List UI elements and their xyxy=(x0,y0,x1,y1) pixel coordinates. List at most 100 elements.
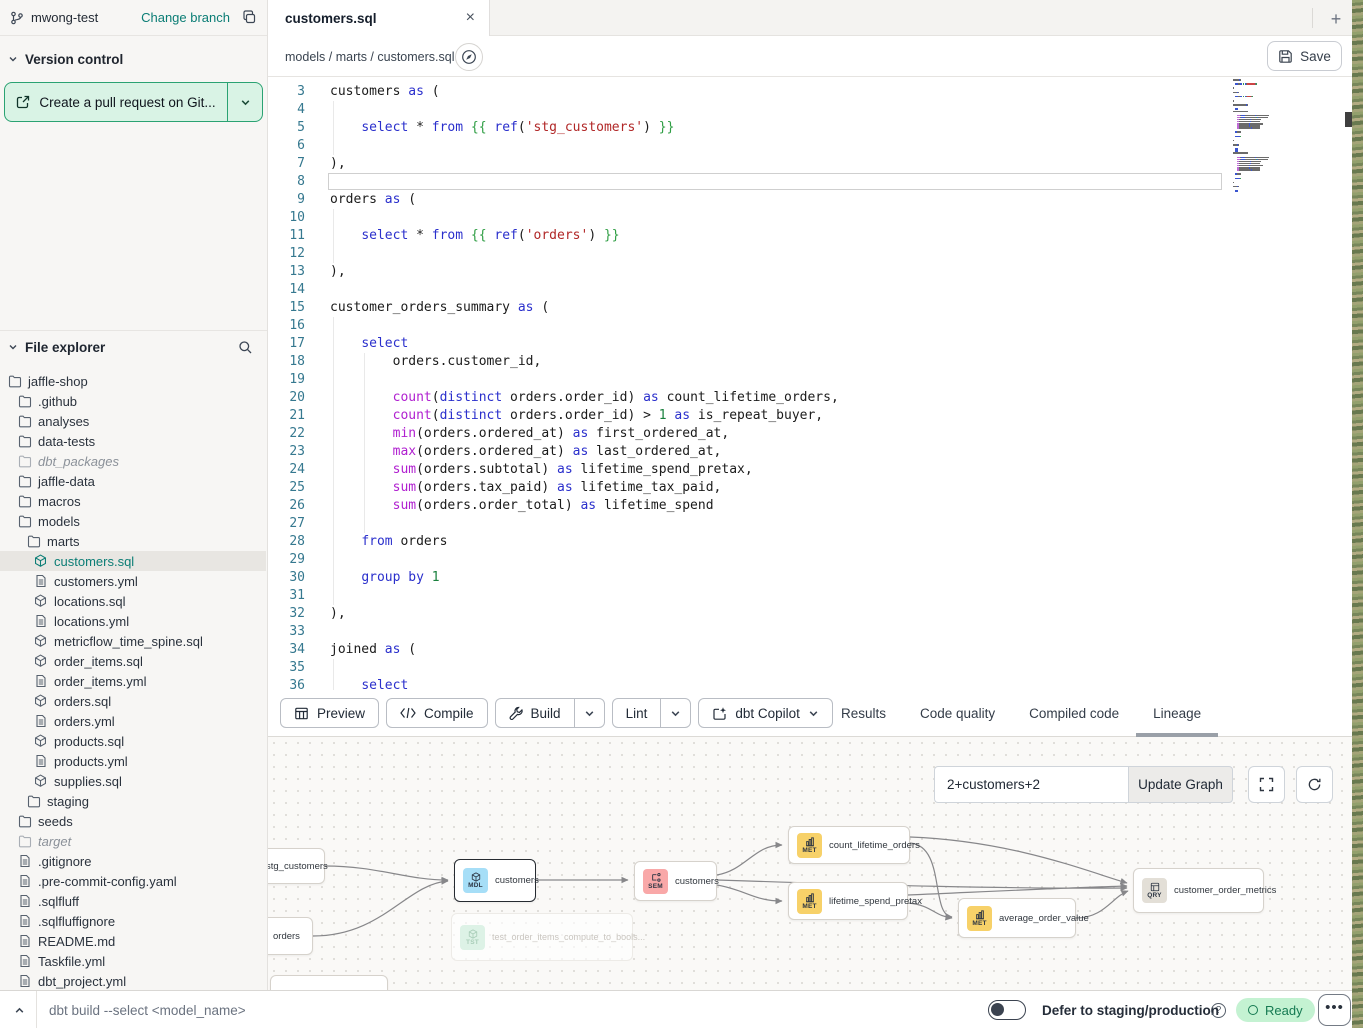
lineage-selector-input[interactable] xyxy=(934,766,1128,803)
tree-item-metricflow-time-spine-sql[interactable]: metricflow_time_spine.sql xyxy=(0,631,266,651)
tree-item-models[interactable]: models xyxy=(0,511,266,531)
help-icon[interactable]: ? xyxy=(1211,1003,1226,1018)
code-line-22[interactable]: 22 min(orders.ordered_at) as first_order… xyxy=(268,425,1352,443)
tree-item-dbt-project-yml[interactable]: dbt_project.yml xyxy=(0,971,266,990)
lineage-node-customer_order_metrics[interactable]: QRYcustomer_order_metrics xyxy=(1133,868,1264,913)
tree-item-products-yml[interactable]: products.yml xyxy=(0,751,266,771)
tree-item--sqlfluffignore[interactable]: .sqlfluffignore xyxy=(0,911,266,931)
search-icon[interactable] xyxy=(238,340,253,355)
tree-item-marts[interactable]: marts xyxy=(0,531,266,551)
build-button[interactable]: Build xyxy=(496,699,575,727)
lineage-node-average_order_value[interactable]: METaverage_order_value xyxy=(958,898,1076,938)
code-line-21[interactable]: 21 count(distinct orders.order_id) > 1 a… xyxy=(268,407,1352,425)
tree-item-supplies-sql[interactable]: supplies.sql xyxy=(0,771,266,791)
code-line-25[interactable]: 25 sum(orders.tax_paid) as lifetime_tax_… xyxy=(268,479,1352,497)
tree-item-products-sql[interactable]: products.sql xyxy=(0,731,266,751)
code-line-11[interactable]: 11 select * from {{ ref('orders') }} xyxy=(268,227,1352,245)
lineage-node-lifetime_spend_pretax[interactable]: METlifetime_spend_pretax xyxy=(788,882,908,920)
save-button[interactable]: Save xyxy=(1267,41,1342,71)
lineage-node-test_order_items[interactable]: TSTtest_order_items_compute_to_bools... xyxy=(451,913,633,961)
command-input[interactable]: dbt build --select <model_name> xyxy=(49,991,246,1028)
code-line-34[interactable]: 34joined as ( xyxy=(268,641,1352,659)
tree-item-macros[interactable]: macros xyxy=(0,491,266,511)
code-line-5[interactable]: 5 select * from {{ ref('stg_customers') … xyxy=(268,119,1352,137)
version-control-header[interactable]: Version control xyxy=(0,44,267,74)
code-line-24[interactable]: 24 sum(orders.subtotal) as lifetime_spen… xyxy=(268,461,1352,479)
code-line-32[interactable]: 32), xyxy=(268,605,1352,623)
update-graph-button[interactable]: Update Graph xyxy=(1128,766,1233,803)
tree-item-orders-sql[interactable]: orders.sql xyxy=(0,691,266,711)
code-line-29[interactable]: 29 xyxy=(268,551,1352,569)
code-line-12[interactable]: 12 xyxy=(268,245,1352,263)
code-line-28[interactable]: 28 from orders xyxy=(268,533,1352,551)
new-tab-button[interactable]: + xyxy=(1324,7,1348,31)
tree-item-orders-yml[interactable]: orders.yml xyxy=(0,711,266,731)
code-line-8[interactable]: 8 xyxy=(268,173,1352,191)
tree-item--gitignore[interactable]: .gitignore xyxy=(0,851,266,871)
lineage-node-stg_customers[interactable]: MDLstg_customers xyxy=(268,848,325,884)
lint-dropdown[interactable] xyxy=(661,699,690,727)
collapse-chevron-icon[interactable] xyxy=(8,991,30,1028)
lineage-node-count_lifetime_orders[interactable]: METcount_lifetime_orders xyxy=(788,826,910,864)
tree-item-locations-yml[interactable]: locations.yml xyxy=(0,611,266,631)
lint-button[interactable]: Lint xyxy=(613,699,662,727)
lineage-node-customers_semantic[interactable]: SEMcustomers xyxy=(634,861,717,901)
tab-lineage[interactable]: Lineage xyxy=(1136,690,1218,736)
code-line-20[interactable]: 20 count(distinct orders.order_id) as co… xyxy=(268,389,1352,407)
tab-code-quality[interactable]: Code quality xyxy=(903,690,1012,736)
code-line-7[interactable]: 7), xyxy=(268,155,1352,173)
code-line-27[interactable]: 27 xyxy=(268,515,1352,533)
create-pr-dropdown[interactable] xyxy=(228,83,262,121)
code-line-19[interactable]: 19 xyxy=(268,371,1352,389)
tree-item-dbt-packages[interactable]: dbt_packages xyxy=(0,451,266,471)
tree-item-seeds[interactable]: seeds xyxy=(0,811,266,831)
tree-item-staging[interactable]: staging xyxy=(0,791,266,811)
code-line-9[interactable]: 9orders as ( xyxy=(268,191,1352,209)
tab-compiled-code[interactable]: Compiled code xyxy=(1012,690,1136,736)
tab-customers-sql[interactable]: customers.sql × xyxy=(268,0,490,36)
minimap[interactable] xyxy=(1233,77,1312,195)
code-line-35[interactable]: 35 xyxy=(268,659,1352,677)
editor-scrollbar[interactable] xyxy=(1345,112,1352,127)
lineage-node-customers_model[interactable]: MDLcustomers xyxy=(454,859,536,902)
fullscreen-icon[interactable] xyxy=(1248,766,1285,803)
compile-button[interactable]: Compile xyxy=(386,698,488,728)
tree-item-customers-sql[interactable]: customers.sql xyxy=(0,551,266,571)
code-line-15[interactable]: 15customer_orders_summary as ( xyxy=(268,299,1352,317)
defer-toggle[interactable] xyxy=(988,1000,1026,1020)
tree-item-locations-sql[interactable]: locations.sql xyxy=(0,591,266,611)
code-line-23[interactable]: 23 max(orders.ordered_at) as last_ordere… xyxy=(268,443,1352,461)
code-line-33[interactable]: 33 xyxy=(268,623,1352,641)
tree-item--sqlfluff[interactable]: .sqlfluff xyxy=(0,891,266,911)
tree-item-data-tests[interactable]: data-tests xyxy=(0,431,266,451)
code-line-30[interactable]: 30 group by 1 xyxy=(268,569,1352,587)
code-line-17[interactable]: 17 select xyxy=(268,335,1352,353)
tab-results[interactable]: Results xyxy=(824,690,903,736)
preview-button[interactable]: Preview xyxy=(280,698,379,728)
close-tab-icon[interactable]: × xyxy=(466,10,475,26)
tree-item--github[interactable]: .github xyxy=(0,391,266,411)
tree-item--pre-commit-config-yaml[interactable]: .pre-commit-config.yaml xyxy=(0,871,266,891)
navigate-compass-icon[interactable] xyxy=(455,43,483,71)
code-line-3[interactable]: 3customers as ( xyxy=(268,83,1352,101)
code-line-14[interactable]: 14 xyxy=(268,281,1352,299)
more-options-button[interactable]: ••• xyxy=(1318,994,1351,1026)
tree-item-order-items-sql[interactable]: order_items.sql xyxy=(0,651,266,671)
code-line-31[interactable]: 31 xyxy=(268,587,1352,605)
change-branch-link[interactable]: Change branch xyxy=(141,10,230,25)
tree-item-order-items-yml[interactable]: order_items.yml xyxy=(0,671,266,691)
code-line-16[interactable]: 16 xyxy=(268,317,1352,335)
create-pr-button[interactable]: Create a pull request on Git... xyxy=(5,83,228,121)
code-line-26[interactable]: 26 sum(orders.order_total) as lifetime_s… xyxy=(268,497,1352,515)
tree-item-customers-yml[interactable]: customers.yml xyxy=(0,571,266,591)
tree-item-jaffle-data[interactable]: jaffle-data xyxy=(0,471,266,491)
tree-item-jaffle-shop[interactable]: jaffle-shop xyxy=(0,371,266,391)
tree-item-taskfile-yml[interactable]: Taskfile.yml xyxy=(0,951,266,971)
code-line-18[interactable]: 18 orders.customer_id, xyxy=(268,353,1352,371)
code-line-10[interactable]: 10 xyxy=(268,209,1352,227)
build-dropdown[interactable] xyxy=(575,699,604,727)
dbt-copilot-button[interactable]: dbt Copilot xyxy=(698,698,833,728)
refresh-icon[interactable] xyxy=(1296,766,1333,803)
code-editor[interactable]: 23customers as (45 select * from {{ ref(… xyxy=(268,77,1352,690)
lineage-node-partial_node[interactable] xyxy=(270,975,388,990)
